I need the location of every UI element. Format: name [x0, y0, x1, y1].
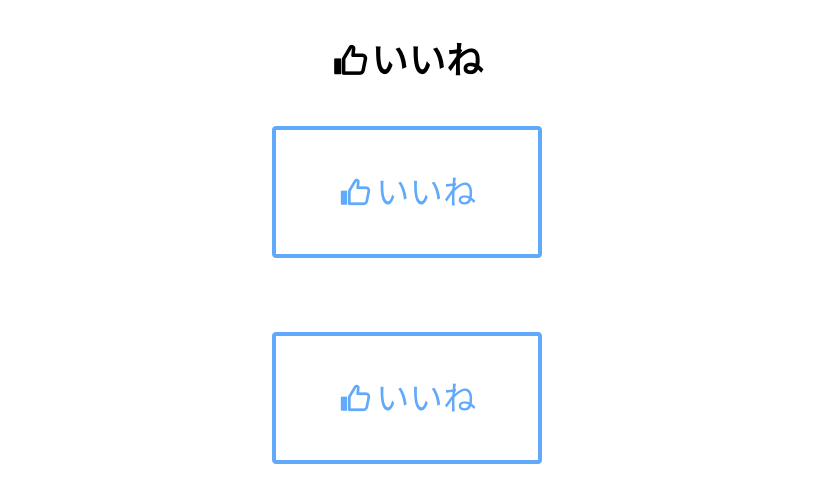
- like-heading: いいね: [0, 36, 814, 84]
- like-button[interactable]: いいね: [272, 332, 542, 464]
- thumbs-up-icon: [330, 39, 370, 81]
- heading-text: いいね: [371, 38, 485, 82]
- like-button[interactable]: いいね: [272, 126, 542, 258]
- thumbs-up-icon: [337, 380, 373, 416]
- like-button-label: いいね: [376, 172, 477, 212]
- thumbs-up-icon: [337, 174, 373, 210]
- page: いいね いいね いいね: [0, 0, 814, 502]
- like-button-label: いいね: [376, 378, 477, 418]
